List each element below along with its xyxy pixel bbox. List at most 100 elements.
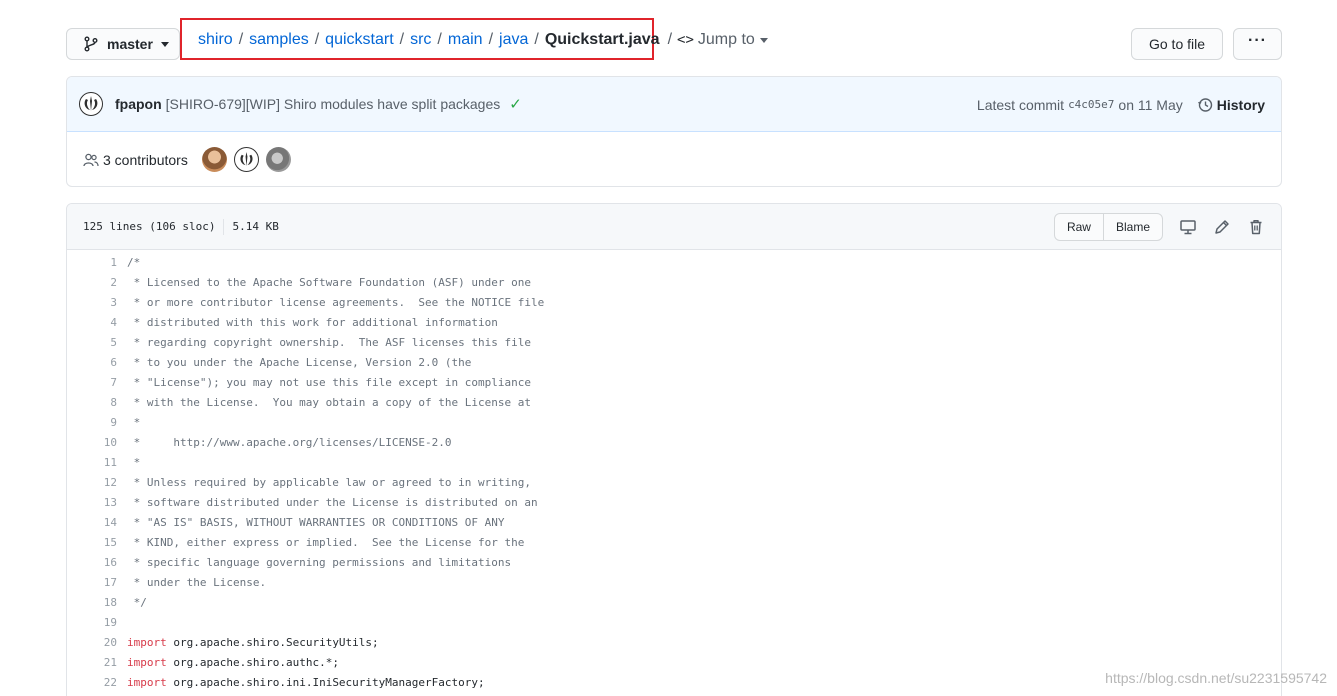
breadcrumb-link-src[interactable]: src bbox=[410, 31, 431, 49]
line-number[interactable]: 7 bbox=[67, 376, 127, 389]
code-text: */ bbox=[127, 595, 147, 609]
pencil-icon[interactable] bbox=[1213, 218, 1231, 236]
breadcrumb-separator: / bbox=[437, 31, 442, 48]
line-number[interactable]: 22 bbox=[67, 676, 127, 689]
raw-button[interactable]: Raw bbox=[1055, 214, 1103, 240]
line-number[interactable]: 10 bbox=[67, 436, 127, 449]
code-rest: org.apache.shiro.SecurityUtils; bbox=[166, 635, 379, 649]
breadcrumb-current-file: Quickstart.java bbox=[544, 31, 660, 48]
watermark: https://blog.csdn.net/su2231595742 bbox=[1105, 670, 1327, 686]
latest-commit-box: fpapon [SHIRO-679][WIP] Shiro modules ha… bbox=[66, 76, 1282, 187]
code-line: 15 * KIND, either express or implied. Se… bbox=[67, 532, 1281, 552]
check-icon[interactable]: ✓ bbox=[509, 95, 522, 113]
line-number[interactable]: 6 bbox=[67, 356, 127, 369]
code-text: /* bbox=[127, 255, 141, 269]
code-line: 21 import org.apache.shiro.authc.*; bbox=[67, 652, 1281, 672]
code-text: * bbox=[127, 415, 141, 429]
code-text: import org.apache.shiro.SecurityUtils; bbox=[127, 636, 379, 649]
file-lines-info: 125 lines (106 sloc) bbox=[83, 219, 216, 233]
breadcrumb-link-quickstart[interactable]: quickstart bbox=[325, 31, 393, 49]
line-number[interactable]: 3 bbox=[67, 296, 127, 309]
code-line: 16 * specific language governing permiss… bbox=[67, 552, 1281, 572]
line-number[interactable]: 11 bbox=[67, 456, 127, 469]
jump-to-label: Jump to bbox=[697, 31, 755, 48]
code-line: 9 * bbox=[67, 412, 1281, 432]
code-text: * http://www.apache.org/licenses/LICENSE… bbox=[127, 435, 452, 449]
line-number[interactable]: 2 bbox=[67, 276, 127, 289]
file-size: 5.14 KB bbox=[232, 219, 279, 233]
history-link[interactable]: History bbox=[1197, 97, 1265, 113]
line-number[interactable]: 18 bbox=[67, 596, 127, 609]
trash-icon[interactable] bbox=[1247, 218, 1265, 236]
commit-row: fpapon [SHIRO-679][WIP] Shiro modules ha… bbox=[67, 77, 1281, 132]
breadcrumb-separator: / bbox=[534, 31, 539, 48]
line-number[interactable]: 4 bbox=[67, 316, 127, 329]
line-number[interactable]: 20 bbox=[67, 636, 127, 649]
code-line: 8 * with the License. You may obtain a c… bbox=[67, 392, 1281, 412]
jedi-order-icon bbox=[240, 151, 253, 167]
commit-meta: Latest commit c4c05e7 on 11 May History bbox=[977, 77, 1265, 132]
breadcrumb-link-java[interactable]: java bbox=[499, 31, 528, 49]
line-number[interactable]: 21 bbox=[67, 656, 127, 669]
code-line: 13 * software distributed under the Lice… bbox=[67, 492, 1281, 512]
jedi-order-icon bbox=[84, 96, 98, 111]
branch-select-button[interactable]: master bbox=[66, 28, 180, 60]
code-line: 5 * regarding copyright ownership. The A… bbox=[67, 332, 1281, 352]
line-number[interactable]: 1 bbox=[67, 256, 127, 269]
blame-button[interactable]: Blame bbox=[1102, 214, 1162, 240]
code-line: 6 * to you under the Apache License, Ver… bbox=[67, 352, 1281, 372]
file-header: 125 lines (106 sloc) 5.14 KB Raw Blame bbox=[67, 204, 1281, 250]
code-line: 17 * under the License. bbox=[67, 572, 1281, 592]
jump-to-dropdown[interactable]: <> Jump to bbox=[677, 31, 768, 49]
line-number[interactable]: 15 bbox=[67, 536, 127, 549]
contributor-avatar[interactable] bbox=[233, 147, 259, 172]
commit-date: on 11 May bbox=[1118, 96, 1183, 113]
code-line: 11 * bbox=[67, 452, 1281, 472]
line-number[interactable]: 9 bbox=[67, 416, 127, 429]
breadcrumb-link-samples[interactable]: samples bbox=[249, 31, 309, 49]
contributors-link[interactable]: 3 contributors bbox=[83, 152, 188, 168]
line-number[interactable]: 8 bbox=[67, 396, 127, 409]
breadcrumb-separator: / bbox=[314, 31, 320, 48]
code-body: 1/* 2 * Licensed to the Apache Software F… bbox=[67, 250, 1281, 692]
more-options-button[interactable]: ··· bbox=[1233, 28, 1282, 60]
history-label: History bbox=[1216, 96, 1265, 113]
line-number[interactable]: 13 bbox=[67, 496, 127, 509]
commit-author-link[interactable]: fpapon bbox=[115, 96, 162, 112]
code-rest: org.apache.shiro.authc.*; bbox=[166, 655, 339, 669]
history-icon bbox=[1197, 97, 1212, 112]
code-line: 19 bbox=[67, 612, 1281, 632]
divider bbox=[223, 218, 225, 235]
breadcrumb-separator: / bbox=[238, 31, 244, 48]
code-line: 10 * http://www.apache.org/licenses/LICE… bbox=[67, 432, 1281, 452]
line-number[interactable]: 17 bbox=[67, 576, 127, 589]
author-avatar[interactable] bbox=[79, 92, 103, 116]
line-number[interactable]: 19 bbox=[67, 616, 127, 629]
code-keyword: import bbox=[127, 675, 167, 689]
code-rest: org.apache.shiro.ini.IniSecurityManagerF… bbox=[166, 675, 485, 689]
line-number[interactable]: 14 bbox=[67, 516, 127, 529]
line-number[interactable]: 16 bbox=[67, 556, 127, 569]
code-text: import org.apache.shiro.ini.IniSecurityM… bbox=[127, 676, 485, 689]
code-line: 14 * "AS IS" BASIS, WITHOUT WARRANTIES O… bbox=[67, 512, 1281, 532]
breadcrumb-link-main[interactable]: main bbox=[448, 31, 483, 49]
code-text: * "AS IS" BASIS, WITHOUT WARRANTIES OR C… bbox=[127, 515, 505, 529]
line-number[interactable]: 12 bbox=[67, 476, 127, 489]
breadcrumb-link-shiro[interactable]: shiro bbox=[198, 31, 233, 49]
code-line: 4 * distributed with this work for addit… bbox=[67, 312, 1281, 332]
git-branch-icon bbox=[84, 36, 98, 52]
go-to-file-button[interactable]: Go to file bbox=[1131, 28, 1223, 60]
commit-message-link[interactable]: [SHIRO-679][WIP] Shiro modules have spli… bbox=[166, 96, 501, 112]
contributor-avatar[interactable] bbox=[265, 147, 291, 172]
code-text: * under the License. bbox=[127, 575, 267, 589]
contributors-row: 3 contributors bbox=[67, 132, 1281, 186]
line-number[interactable]: 5 bbox=[67, 336, 127, 349]
code-text: * or more contributor license agreements… bbox=[127, 295, 545, 309]
commit-sha-link[interactable]: c4c05e7 bbox=[1068, 98, 1114, 111]
code-text: * to you under the Apache License, Versi… bbox=[127, 355, 472, 369]
branch-name: master bbox=[107, 36, 153, 52]
code-text: * regarding copyright ownership. The ASF… bbox=[127, 335, 531, 349]
desktop-icon[interactable] bbox=[1179, 218, 1197, 236]
code-text: * Licensed to the Apache Software Founda… bbox=[127, 275, 531, 289]
contributor-avatar[interactable] bbox=[201, 147, 227, 172]
